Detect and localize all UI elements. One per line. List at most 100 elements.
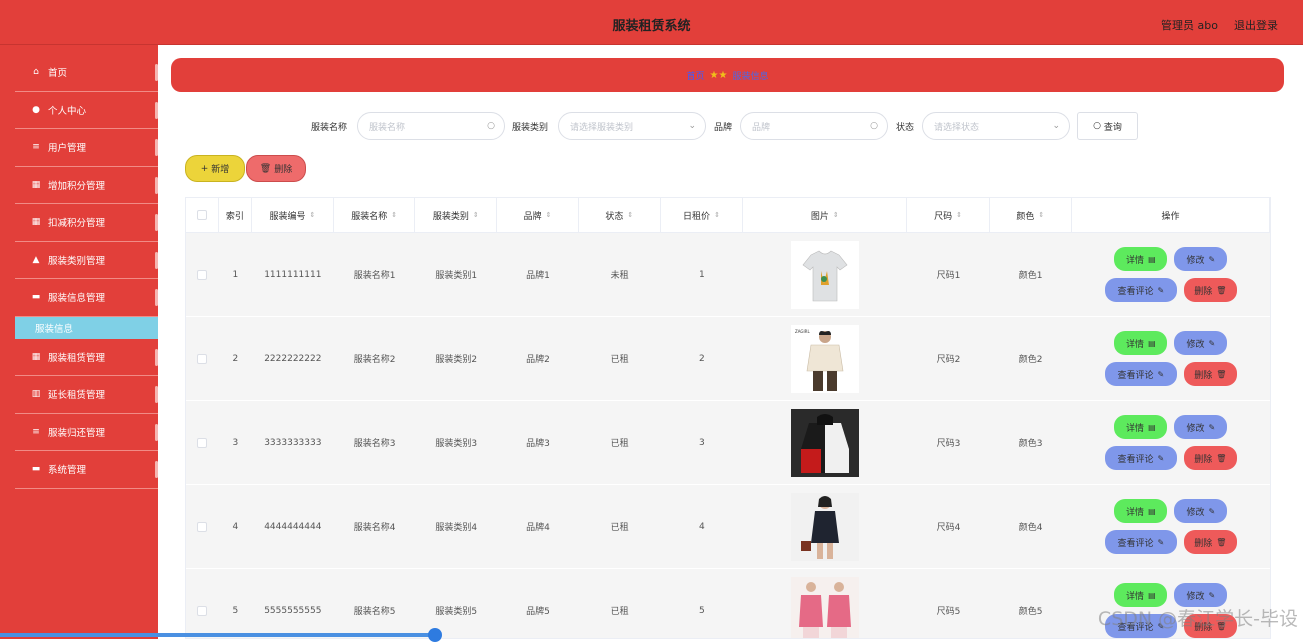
cell-brand: 品牌5 xyxy=(497,569,578,639)
cell-image xyxy=(743,569,907,639)
table-row: 11111111111服装名称1服装类别1品牌1未租1尺码1颜色1详情▤修改✎查… xyxy=(186,233,1270,317)
cell-status: 已租 xyxy=(579,317,661,400)
edit-button[interactable]: 修改✎ xyxy=(1174,331,1227,355)
breadcrumb-home[interactable]: 首页 xyxy=(687,69,705,82)
clothing-image[interactable] xyxy=(791,577,859,640)
view-comments-button[interactable]: 查看评论✎ xyxy=(1105,446,1177,470)
column-header[interactable]: 图片⇕ xyxy=(743,198,907,232)
edit-button[interactable]: 修改✎ xyxy=(1174,499,1227,523)
pencil-icon: ✎ xyxy=(1158,538,1165,547)
row-checkbox[interactable] xyxy=(197,606,207,616)
monitor-icon: ▬ xyxy=(30,292,42,302)
view-comments-button[interactable]: 查看评论✎ xyxy=(1105,362,1177,386)
actions-line: 详情▤ 修改✎ xyxy=(1114,499,1227,523)
clothing-image[interactable]: ZAGIRL xyxy=(791,325,859,393)
document-icon: ▤ xyxy=(1148,423,1156,432)
row-checkbox[interactable] xyxy=(197,522,207,532)
sidebar-item[interactable]: ⌂首页 xyxy=(15,54,158,92)
delete-button[interactable]: 删除🗑 xyxy=(1184,446,1237,470)
column-header[interactable]: 尺码⇕ xyxy=(907,198,989,232)
delete-button-label: 删除 xyxy=(1194,452,1212,465)
status-placeholder: 请选择状态 xyxy=(934,120,979,133)
detail-button[interactable]: 详情▤ xyxy=(1114,415,1167,439)
sort-icon[interactable]: ⇕ xyxy=(391,211,397,219)
clothing-image[interactable] xyxy=(791,409,859,477)
current-user[interactable]: 管理员 abo xyxy=(1161,17,1218,33)
row-select-cell xyxy=(186,317,219,400)
sort-icon[interactable]: ⇕ xyxy=(956,211,962,219)
sort-icon[interactable]: ⇕ xyxy=(473,211,479,219)
sidebar-item[interactable]: ▦扣减积分管理 xyxy=(15,204,158,242)
status-select[interactable]: 请选择状态 ⌄ xyxy=(922,112,1070,140)
cell-name: 服装名称3 xyxy=(334,401,415,484)
sidebar-item[interactable]: ▬系统管理 xyxy=(15,451,158,489)
column-header[interactable]: 服装类别⇕ xyxy=(415,198,497,232)
breadcrumb-current: 服装信息 xyxy=(732,69,768,82)
view-comments-button-label: 查看评论 xyxy=(1117,368,1153,381)
view-comments-button[interactable]: 查看评论✎ xyxy=(1105,278,1177,302)
delete-button[interactable]: 删除🗑 xyxy=(1184,530,1237,554)
scrollbar-handle[interactable] xyxy=(428,628,442,642)
sidebar-item[interactable]: ≡用户管理 xyxy=(15,129,158,167)
cell-status: 已租 xyxy=(579,485,661,568)
query-button[interactable]: ○ 查询 xyxy=(1077,112,1138,140)
select-all-checkbox[interactable] xyxy=(197,210,207,220)
cell-category: 服装类别4 xyxy=(415,485,497,568)
delete-button[interactable]: 删除🗑 xyxy=(1184,362,1237,386)
cell-actions: 详情▤ 修改✎ 查看评论✎ 删除🗑 xyxy=(1072,401,1270,484)
sidebar-item[interactable]: ▥延长租赁管理 xyxy=(15,376,158,414)
sort-icon[interactable]: ⇕ xyxy=(627,211,633,219)
sidebar-item[interactable]: ≡服装归还管理 xyxy=(15,414,158,452)
column-header[interactable]: 状态⇕ xyxy=(579,198,661,232)
column-header[interactable]: 服装名称⇕ xyxy=(334,198,415,232)
sidebar-item[interactable]: ▲服装类别管理 xyxy=(15,242,158,280)
cell-size: 尺码3 xyxy=(907,401,989,484)
breadcrumb: 首页 ★★ 服装信息 xyxy=(171,58,1284,92)
sidebar-item-label: 扣减积分管理 xyxy=(48,215,105,229)
sort-icon[interactable]: ⇕ xyxy=(1038,211,1044,219)
sidebar-item[interactable]: ▬服装信息管理 xyxy=(15,279,158,317)
actions-line: 查看评论✎ 删除🗑 xyxy=(1105,362,1237,386)
clothing-image[interactable] xyxy=(791,493,859,561)
sidebar-item[interactable]: ▦增加积分管理 xyxy=(15,167,158,205)
sidebar-item[interactable]: ●个人中心 xyxy=(15,92,158,130)
detail-button[interactable]: 详情▤ xyxy=(1114,331,1167,355)
detail-button[interactable]: 详情▤ xyxy=(1114,247,1167,271)
column-header[interactable]: 品牌⇕ xyxy=(497,198,578,232)
column-header[interactable]: 颜色⇕ xyxy=(990,198,1072,232)
column-header[interactable]: 服装编号⇕ xyxy=(252,198,334,232)
clothing-image[interactable] xyxy=(791,241,859,309)
name-label: 服装名称 xyxy=(311,120,347,133)
submenu-item-clothing-info[interactable]: 服装信息 xyxy=(15,317,158,339)
brand-placeholder: 品牌 xyxy=(752,120,770,133)
delete-button[interactable]: 删除🗑 xyxy=(1184,278,1237,302)
edit-button-label: 修改 xyxy=(1186,589,1204,602)
row-checkbox[interactable] xyxy=(197,438,207,448)
sort-icon[interactable]: ⇕ xyxy=(833,211,839,219)
sidebar-item-label: 服装类别管理 xyxy=(48,253,105,267)
view-comments-button[interactable]: 查看评论✎ xyxy=(1105,530,1177,554)
column-header[interactable]: 日租价⇕ xyxy=(661,198,743,232)
edit-button[interactable]: 修改✎ xyxy=(1174,415,1227,439)
sort-icon[interactable]: ⇕ xyxy=(714,211,720,219)
detail-button[interactable]: 详情▤ xyxy=(1114,499,1167,523)
logout-link[interactable]: 退出登录 xyxy=(1234,17,1278,33)
expand-indicator xyxy=(155,386,158,403)
category-select[interactable]: 请选择服装类别 ⌄ xyxy=(558,112,706,140)
sort-icon[interactable]: ⇕ xyxy=(309,211,315,219)
row-checkbox[interactable] xyxy=(197,354,207,364)
sidebar-item-label: 增加积分管理 xyxy=(48,178,105,192)
clothing-table: 索引服装编号⇕服装名称⇕服装类别⇕品牌⇕状态⇕日租价⇕图片⇕尺码⇕颜色⇕操作 1… xyxy=(185,197,1271,639)
horizontal-scrollbar[interactable] xyxy=(0,633,436,637)
name-search-input[interactable]: 服装名称 ○ xyxy=(357,112,505,140)
brand-search-input[interactable]: 品牌 ○ xyxy=(740,112,888,140)
sidebar-item[interactable]: ▦服装租赁管理 xyxy=(15,339,158,377)
actions-line: 查看评论✎ 删除🗑 xyxy=(1105,530,1237,554)
home-icon: ⌂ xyxy=(30,67,42,77)
sort-icon[interactable]: ⇕ xyxy=(546,211,552,219)
row-checkbox[interactable] xyxy=(197,270,207,280)
edit-button[interactable]: 修改✎ xyxy=(1174,247,1227,271)
batch-delete-button[interactable]: 🗑 删除 xyxy=(246,155,306,182)
cell-price: 4 xyxy=(661,485,743,568)
add-button[interactable]: + 新增 xyxy=(185,155,245,182)
